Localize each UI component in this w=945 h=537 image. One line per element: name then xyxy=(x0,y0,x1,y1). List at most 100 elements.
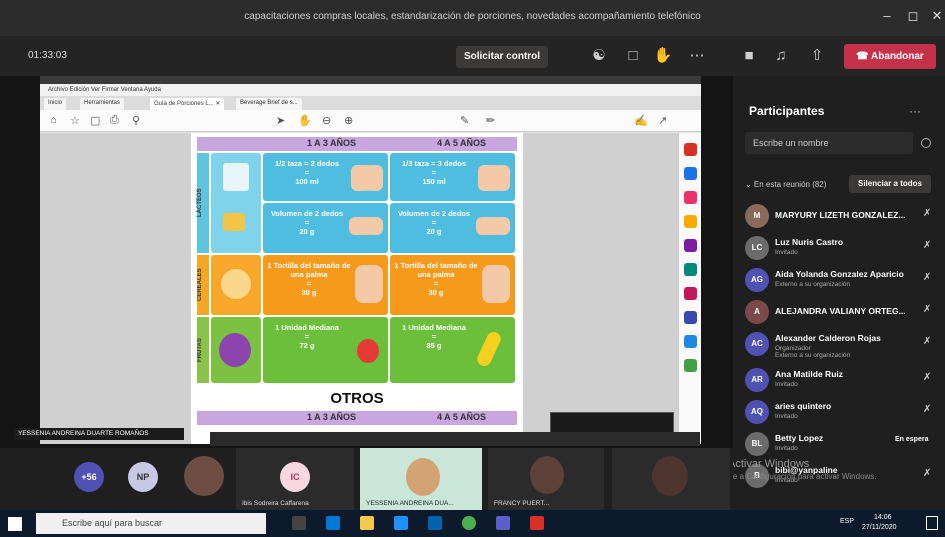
participant-photo-1[interactable] xyxy=(184,456,224,496)
share-doc-icon[interactable]: ↗ xyxy=(658,114,667,127)
windows-taskbar: Escribe aquí para buscar ESP 14:06 27/11… xyxy=(0,510,945,537)
highlight-icon[interactable]: ✏ xyxy=(486,114,495,127)
participant-row[interactable]: LC Luz Nuris Castro Invitado ✗ xyxy=(745,234,941,266)
cursor-icon[interactable]: ➤ xyxy=(276,114,285,127)
participant-row[interactable]: A ALEJANDRA VALIANY ORTEG... ✗ xyxy=(745,298,941,330)
comment-tool-icon[interactable] xyxy=(684,215,697,228)
chat-icon[interactable]: □ xyxy=(622,44,644,68)
fruit-basket-image xyxy=(219,333,251,367)
shared-app-menubar[interactable]: Archivo Edición Ver Firmar Ventana Ayuda xyxy=(40,84,701,96)
tab-guia-porciones[interactable]: Guía de Porciones L... ✕ xyxy=(150,98,225,110)
avatar: AR xyxy=(745,368,769,392)
mic-off-icon[interactable]: ♫ xyxy=(770,44,792,68)
sign-icon[interactable]: ✍ xyxy=(634,114,648,127)
clock-time[interactable]: 14:06 xyxy=(874,514,892,521)
participant-row[interactable]: AG Aida Yolanda Gonzalez Aparicio Extern… xyxy=(745,266,941,298)
panel-more-icon[interactable]: ··· xyxy=(909,104,921,118)
overflow-participants-badge[interactable]: +56 xyxy=(74,462,104,492)
windows-start-icon[interactable] xyxy=(8,517,22,531)
activate-windows-subtext: Ve a Configuración para activar Windows. xyxy=(728,472,877,481)
maximize-button[interactable]: ◻ xyxy=(902,8,924,24)
leave-button[interactable]: ☎ Abandonar xyxy=(844,44,936,69)
participants-icon[interactable]: ☯ xyxy=(588,44,610,68)
reaction-icon[interactable]: ✋ xyxy=(652,44,674,68)
save-icon[interactable]: ▢ xyxy=(90,114,100,127)
participant-row[interactable]: M MARYURY LIZETH GONZALEZ... ✗ xyxy=(745,202,941,234)
mute-all-button[interactable]: Silenciar a todos xyxy=(849,175,931,193)
tab-herramientas[interactable]: Herramientas xyxy=(80,98,125,110)
dairy-image-cell xyxy=(211,153,261,253)
more-actions-icon[interactable]: ⋯ xyxy=(686,44,708,68)
row-label-frutas: FRUTAS xyxy=(197,317,209,383)
activate-windows-watermark: Activar Windows xyxy=(728,458,810,470)
combine-icon[interactable] xyxy=(684,239,697,252)
tile-name-ibis: Ibis Sodreira Caffarena xyxy=(242,500,309,507)
otros-heading: OTROS xyxy=(330,390,384,407)
mic-off-icon: ✗ xyxy=(923,208,932,219)
fruit-image-cell xyxy=(211,317,261,383)
avatar: AC xyxy=(745,332,769,356)
cheese-cell-4-5: Volumen de 2 dedos = 20 g xyxy=(390,203,515,253)
notifications-icon[interactable] xyxy=(926,516,938,530)
export-pdf-icon[interactable] xyxy=(684,143,697,156)
camera-off-icon[interactable]: ■ xyxy=(738,44,760,68)
mail-icon[interactable] xyxy=(428,516,442,530)
in-meeting-section[interactable]: ⌄ En esta reunión (82) xyxy=(745,180,826,189)
home-icon[interactable]: ⌂ xyxy=(50,114,57,126)
file-explorer-icon[interactable] xyxy=(360,516,374,530)
banana-image xyxy=(475,329,503,369)
edge-icon[interactable] xyxy=(326,516,340,530)
zoom-in-icon[interactable]: ⊕ xyxy=(344,114,353,127)
milk-portion-4-5: 1/3 taza = 3 dedos = 150 ml xyxy=(402,159,466,186)
minimize-button[interactable]: – xyxy=(876,8,898,23)
language-indicator[interactable]: ESP xyxy=(840,518,854,525)
participant-role: Invitado xyxy=(775,445,798,452)
taskbar-search-input[interactable]: Escribe aquí para buscar xyxy=(36,513,266,534)
edit-pdf-icon[interactable] xyxy=(684,191,697,204)
close-button[interactable]: ✕ xyxy=(926,8,945,24)
avatar: BL xyxy=(745,432,769,456)
teams-icon[interactable] xyxy=(496,516,510,530)
participant-row[interactable]: AC Alexander Calderon Rojas Organizador … xyxy=(745,330,941,362)
age-footer-1: 1 A 3 AÑOS xyxy=(307,412,357,422)
comment-icon[interactable]: ✎ xyxy=(460,114,469,127)
participant-row[interactable]: AQ aries quintero Invitado ✗ xyxy=(745,398,941,430)
tools-more-icon[interactable] xyxy=(684,359,697,372)
zoom-icon[interactable]: ⚲ xyxy=(132,114,140,127)
participant-role: Invitado xyxy=(775,249,798,256)
participant-name: MARYURY LIZETH GONZALEZ... xyxy=(775,210,906,220)
protect-icon[interactable] xyxy=(684,311,697,324)
tab-inicio[interactable]: Inicio xyxy=(44,98,67,110)
leave-label: Abandonar xyxy=(871,51,924,62)
participant-row[interactable]: AR Ana Matilde Ruiz Invitado ✗ xyxy=(745,366,941,398)
task-view-icon[interactable] xyxy=(292,516,306,530)
zoom-out-icon[interactable]: ⊖ xyxy=(322,114,331,127)
cheese-portion-4-5: Volumen de 2 dedos = 20 g xyxy=(397,209,471,236)
organize-icon[interactable] xyxy=(684,263,697,276)
participant-search-input[interactable]: Escribe un nombre xyxy=(745,132,913,154)
store-icon[interactable] xyxy=(394,516,408,530)
apple-image xyxy=(357,339,379,363)
clock-date[interactable]: 27/11/2020 xyxy=(862,524,897,531)
acrobat-icon[interactable] xyxy=(530,516,544,530)
star-icon[interactable]: ☆ xyxy=(70,114,80,127)
mic-off-icon: ✗ xyxy=(923,272,932,283)
tortilla-image xyxy=(221,269,251,299)
avatar: AG xyxy=(745,268,769,292)
avatar-np[interactable]: NP xyxy=(128,462,158,492)
chrome-icon[interactable] xyxy=(462,516,476,530)
print-icon[interactable]: ⎙ xyxy=(110,114,119,127)
tortilla-cell-4-5: 1 Tortilla del tamaño de una palma = 30 … xyxy=(390,255,515,315)
fill-sign-icon[interactable] xyxy=(684,287,697,300)
document-page[interactable]: 1 A 3 AÑOS 4 A 5 AÑOS LÁCTEOS 1/2 taza =… xyxy=(191,133,523,444)
share-screen-icon[interactable]: ⇧ xyxy=(806,44,828,68)
hand-fingers-image xyxy=(478,165,510,191)
request-control-button[interactable]: Solicitar control xyxy=(456,46,548,68)
participant-name: Betty Lopez xyxy=(775,433,824,443)
hand-icon[interactable]: ✋ xyxy=(298,114,312,127)
search-icon[interactable] xyxy=(921,138,931,148)
participant-role: Externo a su organización xyxy=(775,281,851,288)
optimize-icon[interactable] xyxy=(684,335,697,348)
create-pdf-icon[interactable] xyxy=(684,167,697,180)
tab-beverage[interactable]: Beverage Brief de s... xyxy=(236,98,302,110)
